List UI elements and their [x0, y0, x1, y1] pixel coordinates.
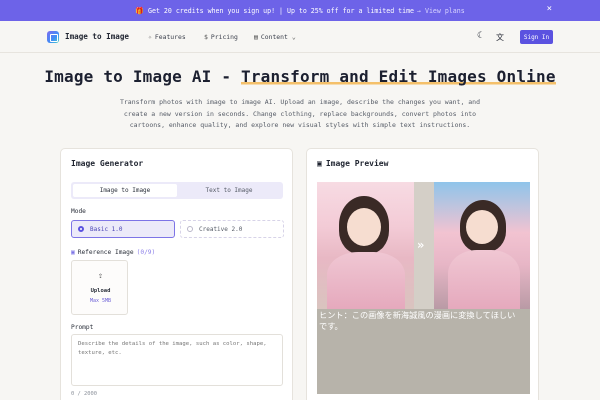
generator-title: Image Generator: [71, 159, 144, 168]
upload-button[interactable]: ⇪ Upload Max 5MB: [71, 260, 128, 315]
chevron-down-icon: ⌄: [291, 33, 296, 41]
preview-title: Image Preview: [325, 159, 389, 168]
reference-label-text: Reference Image: [77, 249, 134, 256]
generator-tabs: Image to Image Text to Image: [71, 182, 283, 199]
promo-text: Get 20 credits when you sign up! | Up to…: [148, 6, 415, 15]
hero-description: Transform photos with image to image AI.…: [119, 98, 481, 129]
hint-text: ヒント：この画像を新海誠風の漫画に変換してほしいです。: [319, 310, 516, 331]
preview-image: » ヒント：この画像を新海誠風の漫画に変換してほしいです。: [317, 182, 530, 394]
nav-content[interactable]: ▤ Content ⌄: [254, 33, 296, 41]
image-generator-card: Image Generator Image to Image Text to I…: [60, 148, 293, 400]
radio-selected-icon: [78, 226, 84, 232]
reference-image-label: ▣ Reference Image (0/9): [71, 249, 155, 256]
dollar-icon: $: [204, 33, 208, 41]
document-icon: ▤: [254, 33, 258, 41]
mode-basic-label: Basic 1.0: [90, 225, 123, 233]
upload-icon: ⇪: [98, 271, 103, 280]
close-icon[interactable]: ×: [547, 4, 552, 14]
nav-content-label: Content: [260, 33, 288, 41]
mode-creative-option[interactable]: Creative 2.0: [180, 220, 284, 238]
upload-label: Upload: [90, 288, 111, 294]
logo-icon[interactable]: [47, 31, 59, 43]
tab-image-to-image[interactable]: Image to Image: [73, 184, 177, 197]
face-shape: [466, 210, 498, 244]
sparkle-icon: ✧: [148, 33, 152, 41]
view-plans-link[interactable]: → View plans: [417, 7, 465, 15]
title-highlight: Transform and Edit Images Online: [241, 67, 556, 86]
kimono-shape: [327, 252, 405, 309]
upload-size-limit: Max 5MB: [89, 298, 112, 304]
char-count: 0 / 2000: [71, 391, 97, 397]
nav-pricing-label: Pricing: [210, 33, 238, 41]
face-shape: [347, 208, 381, 246]
promo-banner: 🎁 Get 20 credits when you sign up! | Up …: [0, 0, 600, 21]
mode-creative-label: Creative 2.0: [199, 225, 243, 233]
moon-icon[interactable]: ☾: [477, 31, 482, 41]
navbar: Image to Image ✧ Features $ Pricing ▤ Co…: [0, 21, 600, 53]
image-icon: ▣: [71, 249, 75, 256]
image-icon: ▣: [317, 159, 322, 168]
kimono-shape: [448, 250, 520, 309]
translate-icon[interactable]: 文: [496, 32, 504, 43]
title-main: Image to Image AI -: [44, 67, 241, 86]
image-preview-card: ▣ Image Preview » ヒント：この画像を新海誠風の漫画に変換してほ…: [306, 148, 539, 400]
page-title: Image to Image AI - Transform and Edit I…: [0, 67, 600, 86]
double-arrow-icon: »: [417, 238, 425, 252]
tab-text-to-image[interactable]: Text to Image: [177, 184, 281, 197]
mode-label: Mode: [71, 208, 86, 215]
sign-in-button[interactable]: Sign In: [520, 30, 553, 44]
prompt-label: Prompt: [71, 324, 94, 331]
brand-name[interactable]: Image to Image: [65, 32, 129, 41]
nav-pricing[interactable]: $ Pricing: [204, 33, 238, 41]
prompt-input[interactable]: [71, 334, 283, 386]
reference-count: (0/9): [136, 249, 156, 256]
preview-title-row: ▣ Image Preview: [317, 159, 388, 168]
anime-photo: [434, 182, 530, 309]
nav-features[interactable]: ✧ Features: [148, 33, 186, 41]
mode-basic-option[interactable]: Basic 1.0: [71, 220, 175, 238]
original-photo: [317, 182, 414, 309]
radio-empty-icon: [187, 226, 193, 232]
nav-features-label: Features: [154, 33, 186, 41]
gift-icon: 🎁: [135, 6, 145, 15]
